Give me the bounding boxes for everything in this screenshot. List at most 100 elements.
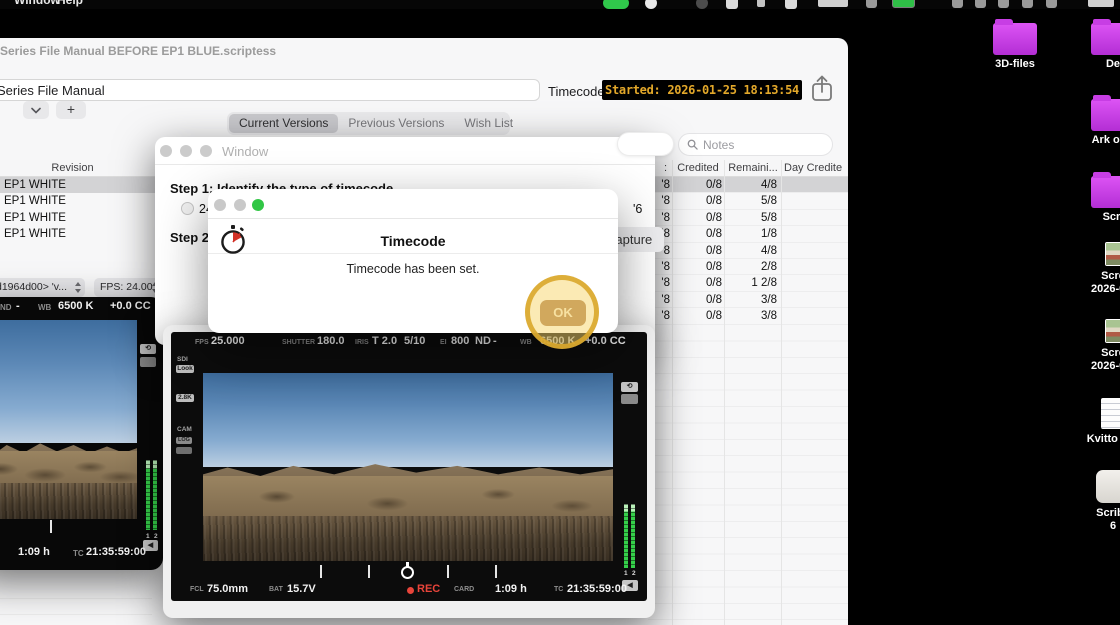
series-name-input[interactable] [0,79,540,101]
status-icon-circle[interactable] [645,0,657,9]
grid-line [0,598,152,599]
desktop-icon-scri[interactable]: Scri [1068,172,1120,224]
status-icon-square[interactable] [726,0,738,9]
audio-channel-label: 1 [146,533,150,540]
table-row[interactable]: EP1 WHITE [0,210,161,226]
rec-indicator: REC [417,583,441,595]
look-chip: Look [176,365,194,373]
table-row[interactable]: '8 0/8 4/8 [648,177,848,194]
search-icon [687,139,698,150]
table-row[interactable]: '8 0/8 3/8 [648,308,848,325]
menu-item-help[interactable]: Help [57,0,83,7]
minimize-icon[interactable] [234,199,246,211]
add-button[interactable]: + [56,101,86,119]
camera-image [0,320,137,519]
search-menu-icon[interactable] [1022,0,1033,8]
status-icon-2[interactable] [975,0,986,8]
minimize-icon[interactable] [180,145,192,157]
table-row[interactable]: '8 0/8 5/8 [648,193,848,210]
table-row[interactable]: '8 0/8 1/8 [648,226,848,243]
notes-search-input[interactable]: Notes [678,133,833,156]
column-header-credited[interactable]: Credited [672,160,724,177]
camera-status-icon[interactable] [603,0,629,9]
tc-label: TC [554,586,564,593]
column-header-day-credits[interactable]: Day Credite [784,160,848,177]
table-row[interactable]: EP1 WHITE [0,177,161,194]
nd-value: - [16,300,20,312]
dialog-titlebar[interactable]: Window [155,137,655,165]
status-icon-key[interactable] [757,0,765,7]
card-label: CARD [454,586,475,593]
alert-title: Timecode [380,233,446,249]
window-title: Series File Manual BEFORE EP1 BLUE.scrip… [0,44,277,58]
desktop-icon-3d-files[interactable]: 3D-files [970,19,1060,71]
fps-label: FPS [195,339,209,346]
close-icon[interactable] [214,199,226,211]
table-row[interactable]: '8 0/8 1 2/8 [648,275,848,292]
card-time: 1:09 h [18,546,50,558]
status-clock-text [818,0,848,7]
tab-current-versions[interactable]: Current Versions [229,114,339,133]
battery-icon[interactable] [892,0,915,8]
table-row[interactable]: EP1 WHITE [0,193,161,209]
timecode-label: Timecode [548,84,605,99]
table-row[interactable]: '8 0/8 2/8 [648,259,848,276]
record-ring-icon [401,566,414,579]
shutter-label: SHUTTER [282,339,316,346]
share-icon[interactable] [808,73,836,104]
wb-value: 6500 K [58,300,94,312]
screenshot-thumbnail-icon [1104,319,1120,343]
mode-chip-icon[interactable] [621,394,638,404]
folder-icon [1091,19,1120,55]
close-icon[interactable] [160,145,172,157]
stop-fraction: 5/10 [404,335,426,347]
table-row[interactable]: '8 0/8 4/8 [648,243,848,259]
timeline-tick [495,565,497,578]
wifi-icon[interactable] [998,0,1009,8]
zoom-icon[interactable] [252,199,264,211]
desktop-icon-screenshot-1[interactable]: Scre 2026-03- [1068,242,1120,296]
desktop-icon-screenshot-2[interactable]: Scre 2026-03- [1068,319,1120,373]
tab-previous-versions[interactable]: Previous Versions [338,114,454,133]
status-icon-grid[interactable] [785,0,797,9]
zoom-icon[interactable] [200,145,212,157]
status-icon-dim[interactable] [696,0,708,9]
table-row[interactable]: '8 0/8 5/8 [648,210,848,227]
iris-label: IRIS [355,339,369,346]
version-tabs: Current Versions Previous Versions Wish … [227,112,513,135]
search-field-partial[interactable] [617,132,674,156]
column-header-remaining[interactable]: Remaini... [726,160,780,177]
nd-label: ND [0,303,12,312]
document-icon [1100,398,1120,429]
viewfinder-window: FPS 25.000 SHUTTER 180.0 IRIS T 2.0 5/10… [163,325,655,618]
rotate-icon[interactable]: ⟲ [621,382,638,392]
clip-dropdown[interactable]: d1964d00> 'v... [0,278,85,297]
radio-24[interactable] [181,202,194,215]
cc-value: +0.0 CC [585,335,626,347]
revision-dropdown-button[interactable] [23,101,49,119]
fps-dropdown[interactable]: FPS: 24.00 [94,278,162,297]
wb-label: WB [38,303,52,312]
table-row[interactable]: EP1 WHITE [0,226,161,242]
mode-chip-icon[interactable] [140,357,156,367]
audio-meter-2 [153,460,157,530]
cam-label: CAM [177,426,192,433]
control-center-icon[interactable] [1046,0,1057,8]
table-row[interactable]: '8 0/8 3/8 [648,292,848,309]
menu-item-window[interactable]: Window [14,0,60,7]
desktop-icon-kvitto[interactable]: Kvitto Hot [1068,398,1120,446]
revision-column-header[interactable]: Revision [0,160,161,177]
folder-icon [1091,172,1120,208]
status-icon-1[interactable] [952,0,963,8]
status-icon-display[interactable] [866,0,877,8]
desktop-icon-ark-of-c[interactable]: Ark of C [1068,95,1120,147]
desktop-icon-de[interactable]: De [1068,19,1120,71]
credits-table-header: : Credited Remaini... Day Credite [648,160,848,177]
cc-value: +0.0 CC [110,300,151,312]
empty-table-rows [648,324,848,625]
column-divider [672,160,673,625]
tab-wish-list[interactable]: Wish List [454,114,523,133]
rotate-icon[interactable]: ⟲ [140,344,156,354]
battery-value: 15.7V [287,583,316,595]
desktop-icon-scribe[interactable]: Scribe 6 [1068,470,1120,533]
